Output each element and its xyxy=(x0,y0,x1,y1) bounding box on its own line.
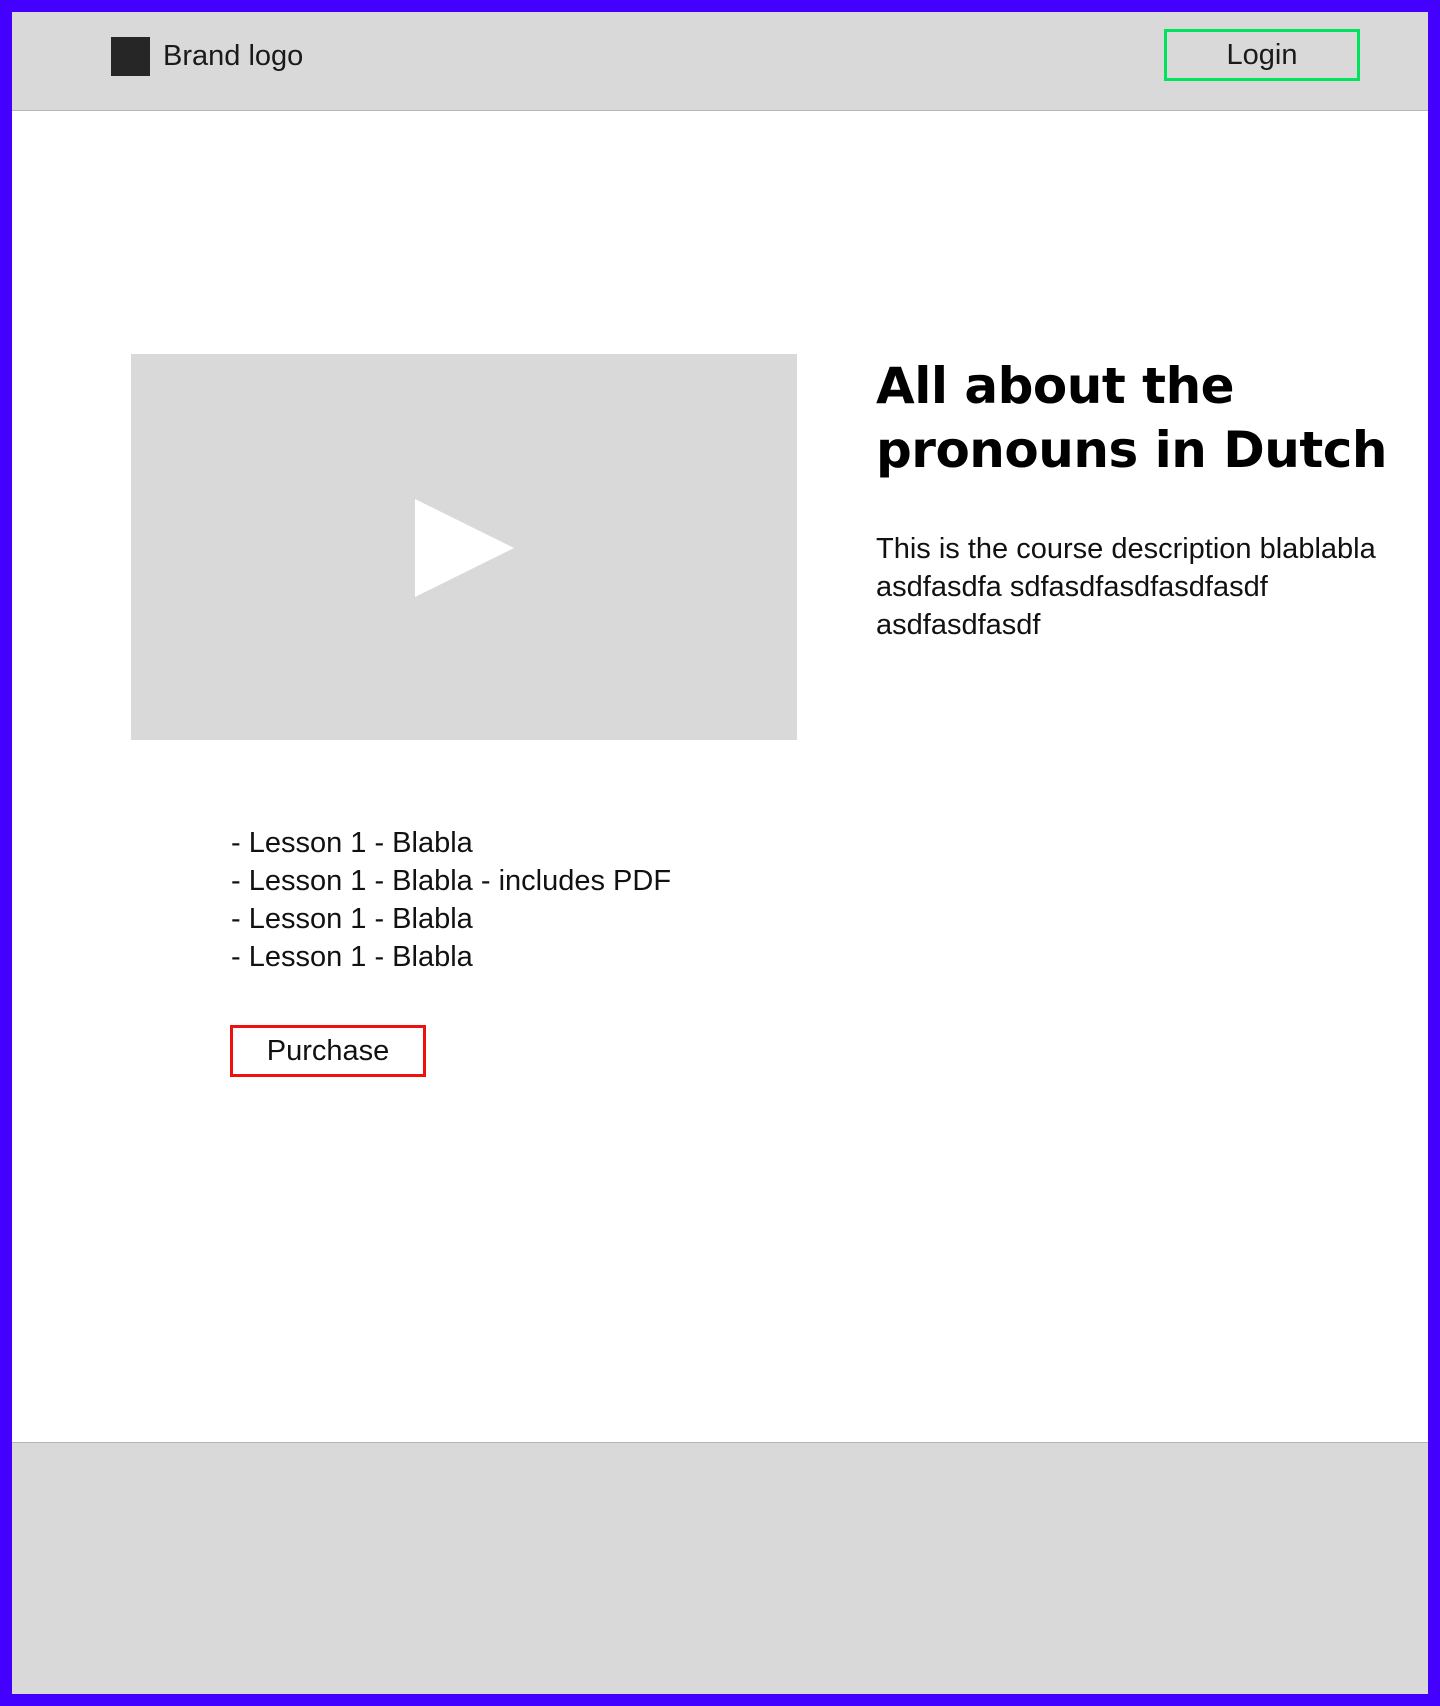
brand-logo-mark xyxy=(111,36,150,76)
lesson-list: - Lesson 1 - Blabla - Lesson 1 - Blabla … xyxy=(231,824,671,976)
video-player[interactable] xyxy=(131,354,797,740)
lesson-item: - Lesson 1 - Blabla xyxy=(231,827,473,859)
site-header: Brand logo Login xyxy=(12,12,1428,111)
page-frame: Brand logo Login All about the pronouns … xyxy=(0,0,1440,1706)
brand[interactable]: Brand logo xyxy=(111,36,303,76)
play-icon[interactable] xyxy=(415,499,514,597)
login-button[interactable]: Login xyxy=(1164,29,1360,81)
site-footer xyxy=(12,1442,1428,1694)
brand-logo-text: Brand logo xyxy=(163,40,304,72)
lesson-item: - Lesson 1 - Blabla xyxy=(231,941,473,973)
course-description: This is the course description blablabla… xyxy=(876,533,1376,641)
course-title: All about the pronouns in Dutch xyxy=(876,357,1387,479)
purchase-button[interactable]: Purchase xyxy=(230,1025,426,1077)
lesson-item: - Lesson 1 - Blabla xyxy=(231,903,473,935)
lesson-item: - Lesson 1 - Blabla - includes PDF xyxy=(231,865,672,897)
